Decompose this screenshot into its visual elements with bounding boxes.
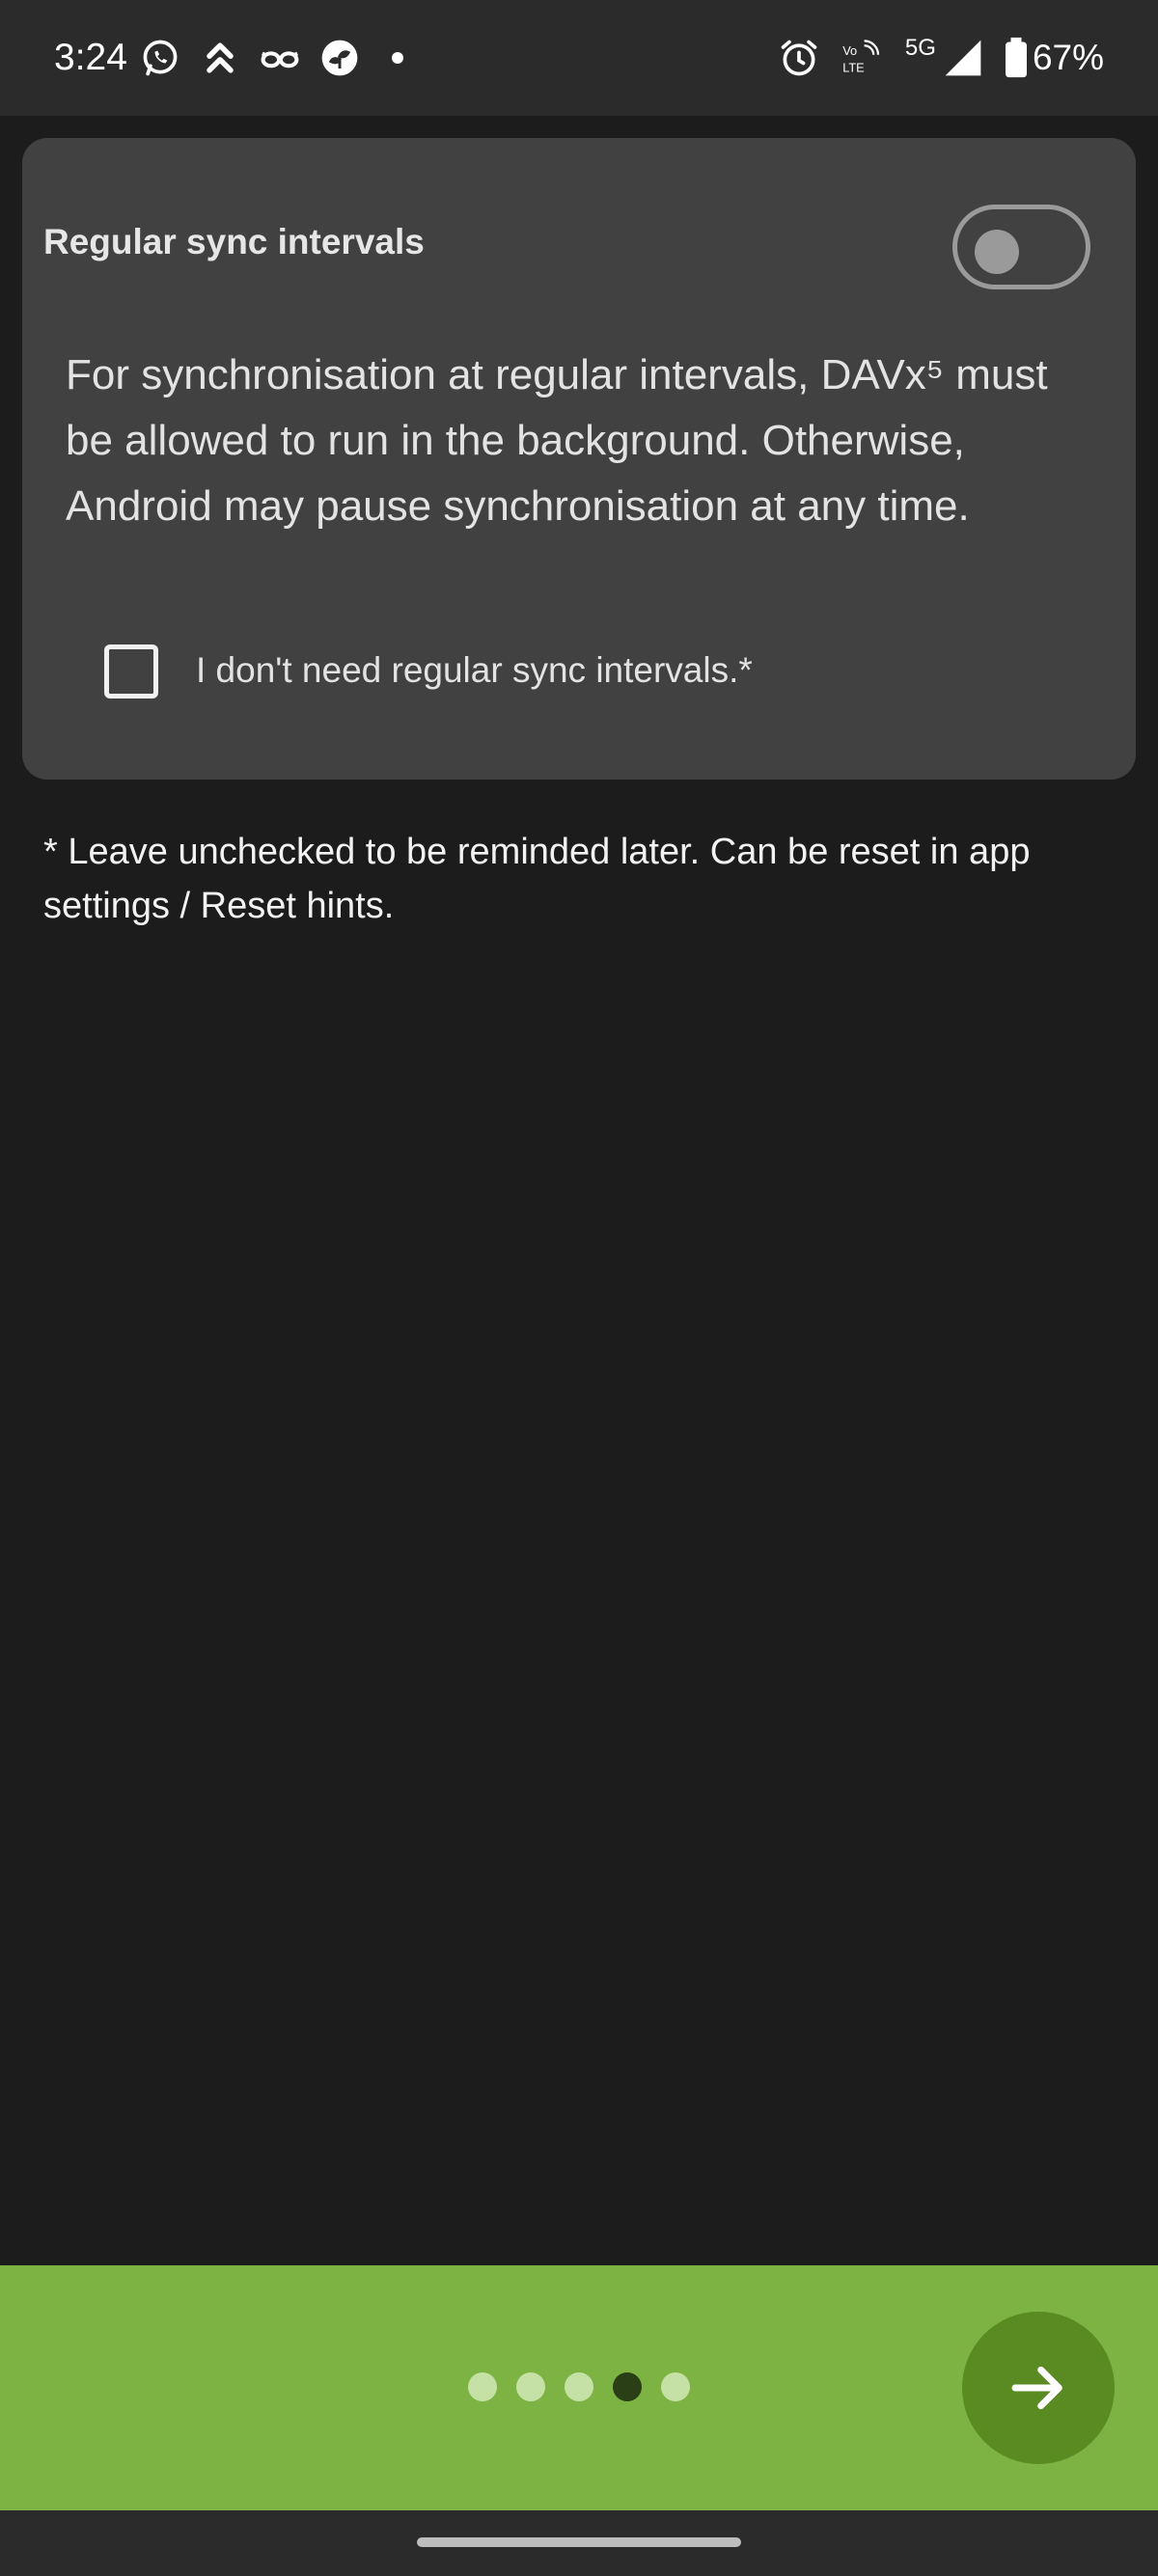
status-bar-right: Vo LTE 5G 67% [758, 0, 1104, 116]
card-description: For synchronisation at regular intervals… [66, 351, 1048, 530]
footnote-text: * Leave unchecked to be reminded later. … [43, 832, 1031, 926]
arrow-right-icon [1011, 2366, 1062, 2410]
toggle-knob [975, 230, 1019, 274]
svg-text:LTE: LTE [842, 60, 865, 74]
battery-percentage: 67% [1032, 38, 1104, 77]
page-indicator [468, 2371, 709, 2402]
whatsapp-icon [139, 37, 181, 79]
page-dot [468, 2372, 497, 2401]
status-bar-left: 3:24 [54, 0, 403, 116]
checkbox-label[interactable]: I don't need regular sync intervals.* [196, 650, 753, 691]
dont-need-sync-checkbox[interactable] [104, 644, 158, 699]
upload-icon [199, 37, 241, 79]
battery-icon [1004, 37, 1029, 79]
signal-icon [942, 37, 984, 79]
network-type-label: 5G [904, 35, 936, 61]
notification-dot [391, 52, 403, 64]
alarm-icon [778, 37, 820, 79]
home-gesture-handle[interactable] [417, 2537, 741, 2547]
sync-intervals-toggle[interactable] [952, 205, 1090, 289]
plant-icon [318, 37, 361, 79]
status-time: 3:24 [54, 37, 127, 78]
page-dot [565, 2372, 593, 2401]
next-button[interactable] [962, 2312, 1115, 2464]
volte-icon: Vo LTE [840, 37, 886, 79]
svg-text:Vo: Vo [842, 43, 857, 58]
status-bar: 3:24 Vo LTE 5G 67% [0, 0, 1158, 116]
glasses-icon [259, 37, 301, 79]
card-title: Regular sync intervals [43, 222, 425, 261]
page-dot [661, 2372, 690, 2401]
page-dot [613, 2372, 642, 2401]
page-dot [516, 2372, 545, 2401]
